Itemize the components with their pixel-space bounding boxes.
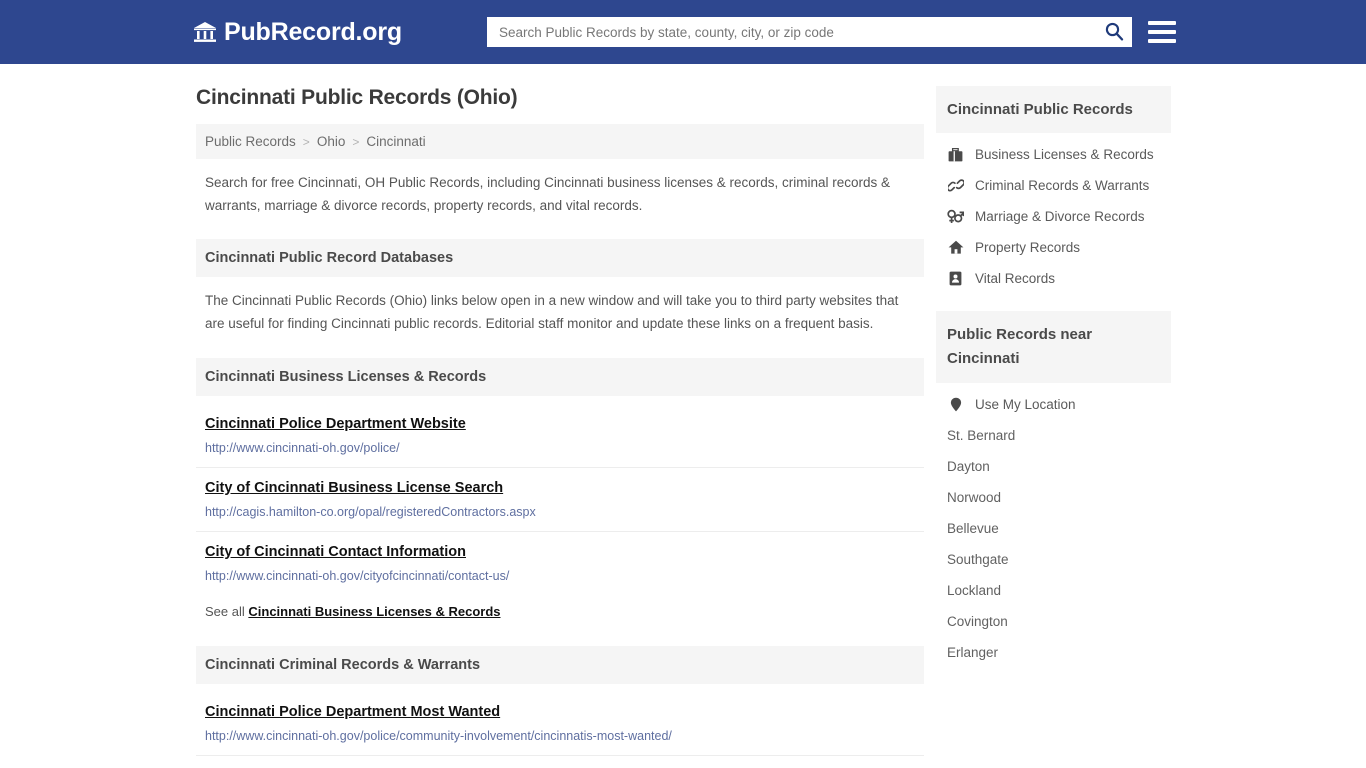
sidebar-item-label: Vital Records bbox=[975, 271, 1056, 287]
sidebar-item-label: Southgate bbox=[947, 551, 1009, 567]
site-header: PubRecord.org bbox=[0, 0, 1366, 64]
list-item: Cincinnati Police Department Most Wanted… bbox=[196, 692, 924, 756]
home-icon bbox=[947, 240, 964, 255]
hamburger-bar bbox=[1147, 21, 1176, 25]
databases-description: The Cincinnati Public Records (Ohio) lin… bbox=[205, 293, 899, 332]
bank-building-icon bbox=[193, 21, 217, 43]
sidebar-item-label: Criminal Records & Warrants bbox=[975, 178, 1150, 194]
sidebar-item-label: Bellevue bbox=[947, 520, 999, 536]
page-title: Cincinnati Public Records (Ohio) bbox=[196, 86, 518, 109]
entry-url-link[interactable]: http://cagis.hamilton-co.org/opal/regist… bbox=[205, 505, 915, 519]
section-heading-databases: Cincinnati Public Record Databases bbox=[196, 239, 924, 278]
sidebar-item-criminal-records[interactable]: Criminal Records & Warrants bbox=[936, 170, 1171, 201]
see-all-prefix: See all bbox=[205, 603, 245, 619]
intro-text: Search for free Cincinnati, OH Public Re… bbox=[205, 175, 891, 213]
entry-list-business-licenses: Cincinnati Police Department Website htt… bbox=[196, 404, 924, 630]
header-search bbox=[486, 17, 1176, 47]
sidebar-item-label: Covington bbox=[947, 613, 1008, 629]
section-heading-criminal-records: Cincinnati Criminal Records & Warrants bbox=[196, 645, 924, 684]
sidebar-panel-heading-nearby: Public Records near Cincinnati bbox=[936, 311, 1171, 383]
sidebar-item-label: Marriage & Divorce Records bbox=[975, 209, 1145, 225]
sidebar-item-city-bellevue[interactable]: Bellevue bbox=[936, 513, 1171, 544]
sidebar-item-use-my-location[interactable]: Use My Location bbox=[936, 389, 1171, 420]
breadcrumb-item-public-records[interactable]: Public Records bbox=[205, 134, 296, 149]
main-content: Cincinnati Public Records (Ohio) Public … bbox=[196, 86, 924, 756]
hamburger-bar bbox=[1147, 30, 1176, 34]
sidebar-item-label: Business Licenses & Records bbox=[975, 147, 1154, 163]
sidebar-item-label: Dayton bbox=[947, 458, 990, 474]
sidebar-item-label: Use My Location bbox=[975, 396, 1076, 412]
see-all-link[interactable]: Cincinnati Business Licenses & Records bbox=[248, 604, 500, 619]
breadcrumb-separator: > bbox=[352, 134, 360, 149]
search-button[interactable] bbox=[1104, 21, 1124, 44]
sidebar-item-business-licenses[interactable]: Business Licenses & Records bbox=[936, 139, 1171, 170]
list-item: Cincinnati Police Department Website htt… bbox=[196, 404, 924, 468]
sidebar-item-city-dayton[interactable]: Dayton bbox=[936, 451, 1171, 482]
entry-title-link[interactable]: Cincinnati Police Department Website bbox=[205, 416, 466, 432]
entry-url-link[interactable]: http://www.cincinnati-oh.gov/police/comm… bbox=[205, 729, 915, 743]
map-pin-icon bbox=[947, 397, 964, 412]
entry-title-link[interactable]: Cincinnati Police Department Most Wanted bbox=[205, 704, 500, 720]
page-body: Cincinnati Public Records (Ohio) Public … bbox=[0, 64, 1366, 756]
list-item: City of Cincinnati Business License Sear… bbox=[196, 468, 924, 532]
breadcrumb-item-ohio[interactable]: Ohio bbox=[317, 134, 346, 149]
breadcrumb-item-cincinnati[interactable]: Cincinnati bbox=[366, 134, 425, 149]
sidebar-item-label: Norwood bbox=[947, 489, 1002, 505]
id-badge-icon bbox=[947, 271, 964, 286]
sidebar-item-city-norwood[interactable]: Norwood bbox=[936, 482, 1171, 513]
entry-title-link[interactable]: City of Cincinnati Business License Sear… bbox=[205, 480, 503, 496]
sidebar-item-marriage-divorce[interactable]: Marriage & Divorce Records bbox=[936, 201, 1171, 232]
hamburger-menu-icon[interactable] bbox=[1147, 21, 1176, 43]
brand-logo-link[interactable]: PubRecord.org bbox=[193, 18, 402, 47]
list-item: City of Cincinnati Contact Information h… bbox=[196, 532, 924, 595]
sidebar-item-city-covington[interactable]: Covington bbox=[936, 606, 1171, 637]
sidebar-item-city-lockland[interactable]: Lockland bbox=[936, 575, 1171, 606]
sidebar-nearby-block: Public Records near Cincinnati Use My Lo… bbox=[936, 311, 1171, 668]
sidebar-panel-heading-records: Cincinnati Public Records bbox=[936, 86, 1171, 134]
sidebar-item-city-erlanger[interactable]: Erlanger bbox=[936, 637, 1171, 668]
sidebar-item-label: St. Bernard bbox=[947, 427, 1016, 443]
entry-url-link[interactable]: http://www.cincinnati-oh.gov/police/ bbox=[205, 441, 915, 455]
breadcrumb: Public Records > Ohio > Cincinnati bbox=[196, 124, 924, 159]
hamburger-bar bbox=[1147, 39, 1176, 43]
sidebar-item-city-st-bernard[interactable]: St. Bernard bbox=[936, 420, 1171, 451]
sidebar-item-vital-records[interactable]: Vital Records bbox=[936, 263, 1171, 294]
sidebar-item-property-records[interactable]: Property Records bbox=[936, 232, 1171, 263]
entry-url-link[interactable]: http://www.cincinnati-oh.gov/cityofcinci… bbox=[205, 569, 915, 583]
venus-mars-icon bbox=[947, 209, 964, 224]
sidebar-item-label: Erlanger bbox=[947, 644, 999, 660]
breadcrumb-separator: > bbox=[302, 134, 310, 149]
see-all-row: See all Cincinnati Business Licenses & R… bbox=[196, 595, 924, 630]
entry-list-criminal-records: Cincinnati Police Department Most Wanted… bbox=[196, 692, 924, 756]
sidebar-item-label: Lockland bbox=[947, 582, 1002, 598]
sidebar-item-label: Property Records bbox=[975, 240, 1081, 256]
section-heading-business-licenses: Cincinnati Business Licenses & Records bbox=[196, 357, 924, 396]
chain-link-icon bbox=[947, 178, 964, 193]
search-icon bbox=[1104, 21, 1124, 44]
search-box[interactable] bbox=[486, 17, 1132, 47]
sidebar-item-city-southgate[interactable]: Southgate bbox=[936, 544, 1171, 575]
brand-name: PubRecord.org bbox=[224, 17, 402, 46]
entry-title-link[interactable]: City of Cincinnati Contact Information bbox=[205, 544, 466, 560]
sidebar-nearby-list: Use My Location St. Bernard Dayton Norwo… bbox=[936, 383, 1171, 668]
sidebar-records-list: Business Licenses & Records Criminal Rec… bbox=[936, 133, 1171, 294]
sidebar: Cincinnati Public Records Business Licen… bbox=[936, 86, 1171, 756]
search-input[interactable] bbox=[496, 23, 1104, 41]
briefcase-icon bbox=[947, 147, 964, 162]
